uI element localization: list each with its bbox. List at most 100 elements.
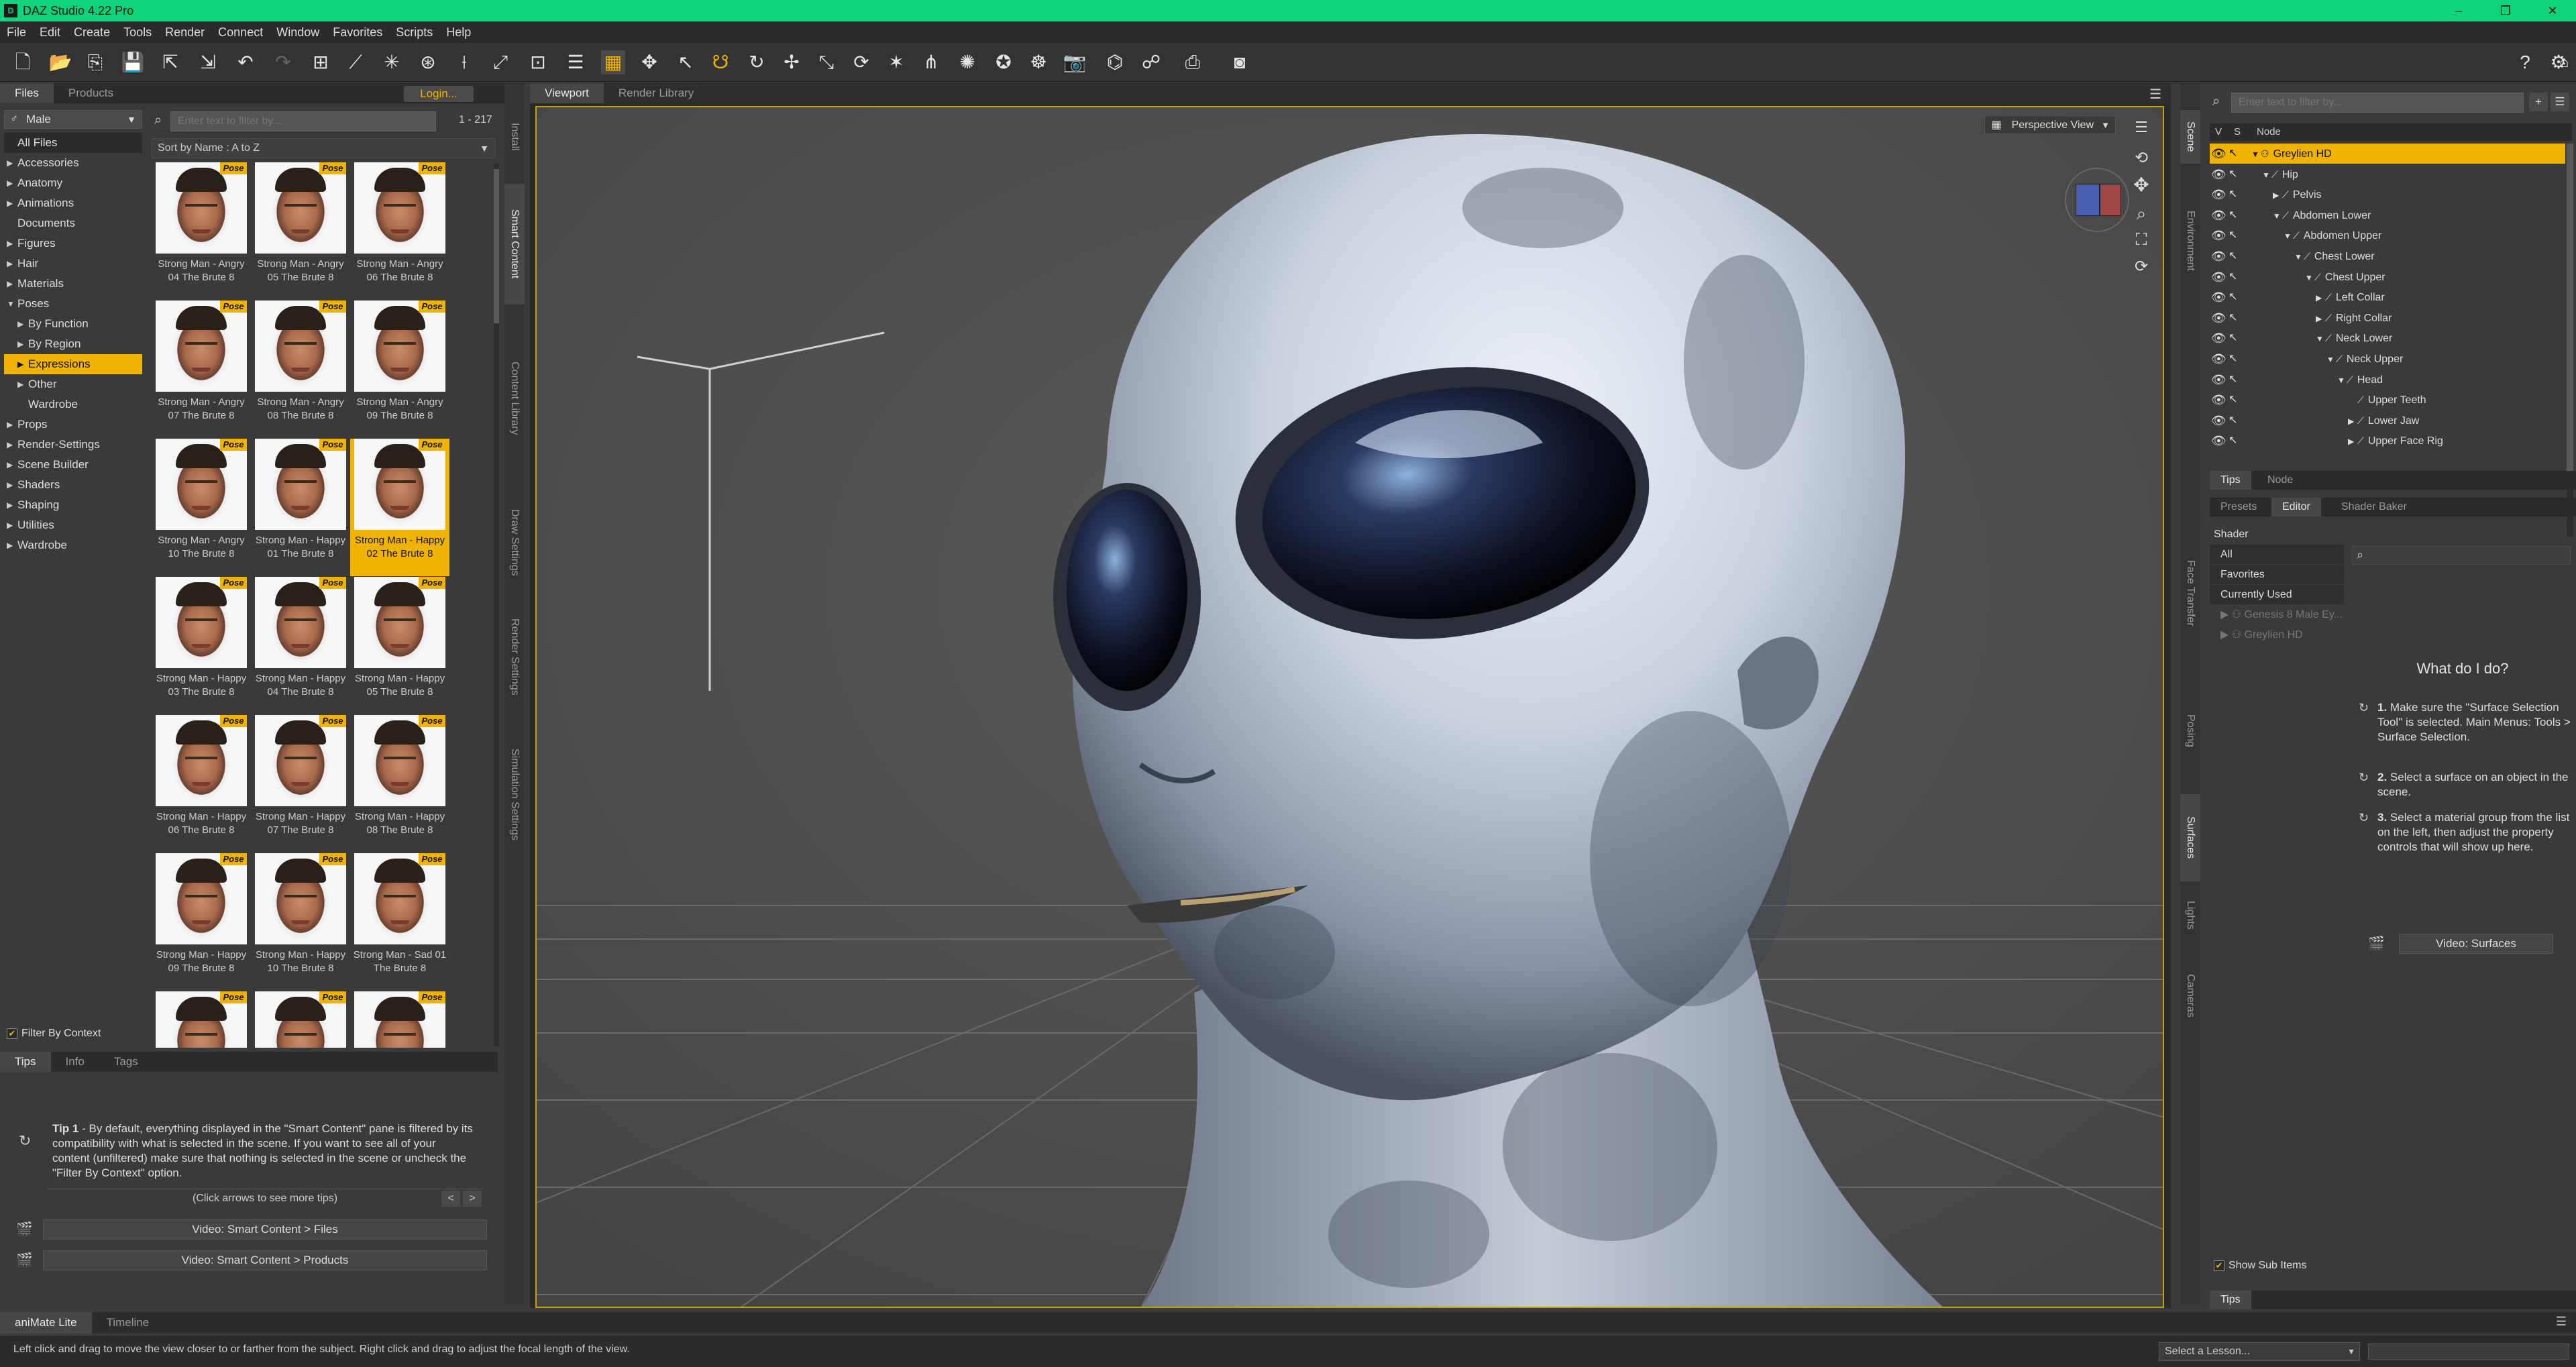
expand-toggle-icon[interactable]: ▼ [2273, 206, 2282, 226]
menu-render[interactable]: Render [158, 21, 211, 43]
tab-editor[interactable]: Editor [2271, 498, 2321, 516]
category-item[interactable]: Wardrobe [4, 394, 142, 415]
content-thumbnail[interactable]: Pose Strong Man - Angry 10 The Brute 8 [152, 439, 251, 576]
joint-tool-icon[interactable]: ⋔ [919, 50, 943, 74]
surface-object-greylien[interactable]: ▶ ⚇ Greylien HD [2210, 625, 2344, 645]
add-icon[interactable]: + [2529, 93, 2548, 111]
camera-render-icon[interactable]: 📷 [1063, 50, 1087, 74]
selectable-icon[interactable]: ↖ [2229, 184, 2237, 205]
selectable-icon[interactable]: ↖ [2229, 390, 2237, 410]
menu-connect[interactable]: Connect [211, 21, 270, 43]
tab-tips-right[interactable]: Tips [2210, 471, 2251, 490]
expand-toggle-icon[interactable]: ▼ [2326, 349, 2336, 370]
content-thumbnail[interactable]: Pose Strong Man - Angry 08 The Brute 8 [251, 300, 350, 438]
scene-node[interactable]: ▼ ⚇ Greylien HD [2251, 144, 2332, 164]
selectable-icon[interactable]: ↖ [2229, 411, 2237, 431]
vtab-scene[interactable]: Scene [2180, 110, 2200, 164]
shader-item-all[interactable]: All [2210, 545, 2344, 565]
content-thumbnail[interactable]: Pose Strong Man - Happy 10 The Brute 8 [251, 853, 350, 991]
visibility-eye-icon[interactable]: 👁 [2211, 287, 2226, 307]
vtab-lights[interactable]: Lights [2180, 881, 2200, 948]
tab-tags[interactable]: Tags [99, 1052, 153, 1072]
tab-tips-bottom[interactable]: Tips [2210, 1291, 2251, 1309]
scene-node-row[interactable]: 👁 ↖ ▼ ⟋ Chest Lower [2210, 246, 2565, 266]
vtab-simulation-settings[interactable]: Simulation Settings [504, 727, 525, 861]
tab-animate-lite[interactable]: aniMate Lite [0, 1312, 92, 1333]
scene-node-row[interactable]: 👁 ↖ ▼ ⟋ Neck Lower [2210, 328, 2565, 348]
property-search[interactable]: ⌕ [2352, 546, 2571, 565]
menu-scripts[interactable]: Scripts [389, 21, 439, 43]
node-selection-icon[interactable]: ↖ [674, 50, 698, 74]
scene-node[interactable]: ▼ ⟋ Chest Lower [2294, 246, 2375, 267]
vtab-environment[interactable]: Environment [2180, 190, 2200, 291]
redo-icon[interactable]: ↷ [271, 50, 295, 74]
visibility-eye-icon[interactable]: 👁 [2211, 184, 2226, 205]
expand-right-icon[interactable]: ▶ [7, 415, 13, 435]
scene-node[interactable]: ▼ ⟋ Neck Upper [2326, 349, 2403, 370]
selectable-icon[interactable]: ↖ [2229, 431, 2237, 451]
view-cube-face-front[interactable] [2076, 184, 2100, 216]
shader-item-currently-used[interactable]: Currently Used [2210, 585, 2344, 605]
content-thumbnail[interactable]: Pose [152, 991, 251, 1048]
minimize-button[interactable]: – [2435, 0, 2482, 21]
category-item[interactable]: ▶ Anatomy [4, 173, 142, 193]
view-cube-ring[interactable] [2065, 168, 2129, 232]
viewport-3d[interactable]: 💡 ▦ Perspective View ▼ ☰ ⟲ ✥ ⌕ ⛶ ⟳ [535, 106, 2164, 1308]
category-item[interactable]: Documents [4, 213, 142, 233]
orbit-icon[interactable]: ⟲ [2129, 146, 2153, 170]
visibility-eye-icon[interactable]: 👁 [2211, 267, 2226, 287]
expand-right-icon[interactable]: ▶ [7, 153, 13, 173]
category-item[interactable]: ▶ Props [4, 415, 142, 435]
expand-toggle-icon[interactable]: ▼ [2305, 268, 2314, 288]
category-item[interactable]: ▶ Wardrobe [4, 535, 142, 555]
scene-node-row[interactable]: 👁 ↖ ▶ ⟋ Upper Face Rig [2210, 431, 2565, 451]
camera-select[interactable]: ▦ Perspective View ▼ [1984, 115, 2116, 134]
content-thumbnail[interactable]: Pose Strong Man - Angry 06 The Brute 8 [350, 162, 449, 300]
scene-node[interactable]: ▼ ⟋ Neck Lower [2316, 328, 2392, 349]
selectable-icon[interactable]: ↖ [2229, 287, 2237, 307]
content-thumbnail[interactable]: Pose Strong Man - Happy 02 The Brute 8 [350, 439, 449, 576]
rotate-view-icon[interactable]: ⟳ [2129, 255, 2153, 279]
visibility-eye-icon[interactable]: 👁 [2211, 328, 2226, 348]
expand-right-icon[interactable]: ▶ [7, 435, 13, 455]
expand-right-icon[interactable]: ▶ [7, 475, 13, 495]
scene-node-row[interactable]: 👁 ↖ ▼ ⟋ Neck Upper [2210, 349, 2565, 369]
menu-favorites[interactable]: Favorites [326, 21, 389, 43]
menu-edit[interactable]: Edit [33, 21, 67, 43]
tab-viewport[interactable]: Viewport [530, 83, 604, 103]
scene-node[interactable]: ▼ ⟋ Chest Upper [2305, 267, 2385, 288]
selectable-icon[interactable]: ↖ [2229, 308, 2237, 328]
tab-timeline[interactable]: Timeline [92, 1312, 164, 1332]
content-thumbnail[interactable]: Pose Strong Man - Happy 06 The Brute 8 [152, 715, 251, 853]
scene-node-row[interactable]: 👁 ↖ ▶ ⟋ Pelvis [2210, 184, 2565, 205]
expand-right-icon[interactable]: ▶ [7, 254, 13, 274]
pane-options-icon[interactable]: ☰ [2556, 1315, 2567, 1329]
content-thumbnail[interactable]: Pose [251, 991, 350, 1048]
active-pose-icon[interactable]: ☋ [708, 50, 733, 74]
transform-icon[interactable]: ⟳ [849, 50, 873, 74]
pose-tool-icon[interactable]: ✶ [884, 50, 908, 74]
selectable-icon[interactable]: ↖ [2229, 164, 2237, 184]
content-thumbnail[interactable]: Pose Strong Man - Happy 07 The Brute 8 [251, 715, 350, 853]
scene-node[interactable]: ▶ ⟋ Lower Jaw [2348, 411, 2419, 431]
geometry-editor-icon[interactable]: ⊛ [416, 50, 440, 74]
content-thumbnail[interactable]: Pose Strong Man - Sad 01 The Brute 8 [350, 853, 449, 991]
expand-toggle-icon[interactable]: ▶ [2273, 185, 2282, 205]
content-thumbnail[interactable]: Pose [350, 991, 449, 1048]
show-sub-items-checkbox[interactable]: ✔ [2214, 1260, 2224, 1271]
scene-node-row[interactable]: 👁 ↖ ▶ ⟋ Left Collar [2210, 287, 2565, 307]
figure-select[interactable]: ♂ Male ▼ [4, 110, 142, 129]
scene-search-input[interactable] [2231, 93, 2524, 113]
visibility-eye-icon[interactable]: 👁 [2211, 411, 2226, 431]
category-item[interactable]: ▶ Utilities [4, 515, 142, 535]
render-icon[interactable]: ✪ [991, 50, 1016, 74]
vtab-content-library[interactable]: Content Library [504, 311, 525, 486]
content-thumbnail[interactable]: Pose Strong Man - Happy 04 The Brute 8 [251, 577, 350, 714]
expand-right-icon[interactable]: ▶ [17, 334, 23, 354]
prev-tip-button[interactable]: < [441, 1191, 460, 1207]
category-item[interactable]: ▶ Shaders [4, 475, 142, 495]
view-cube-face-side[interactable] [2100, 184, 2121, 216]
expand-right-icon[interactable]: ▶ [7, 455, 13, 475]
content-thumbnail[interactable]: Pose Strong Man - Angry 07 The Brute 8 [152, 300, 251, 438]
selectable-icon[interactable]: ↖ [2229, 370, 2237, 390]
